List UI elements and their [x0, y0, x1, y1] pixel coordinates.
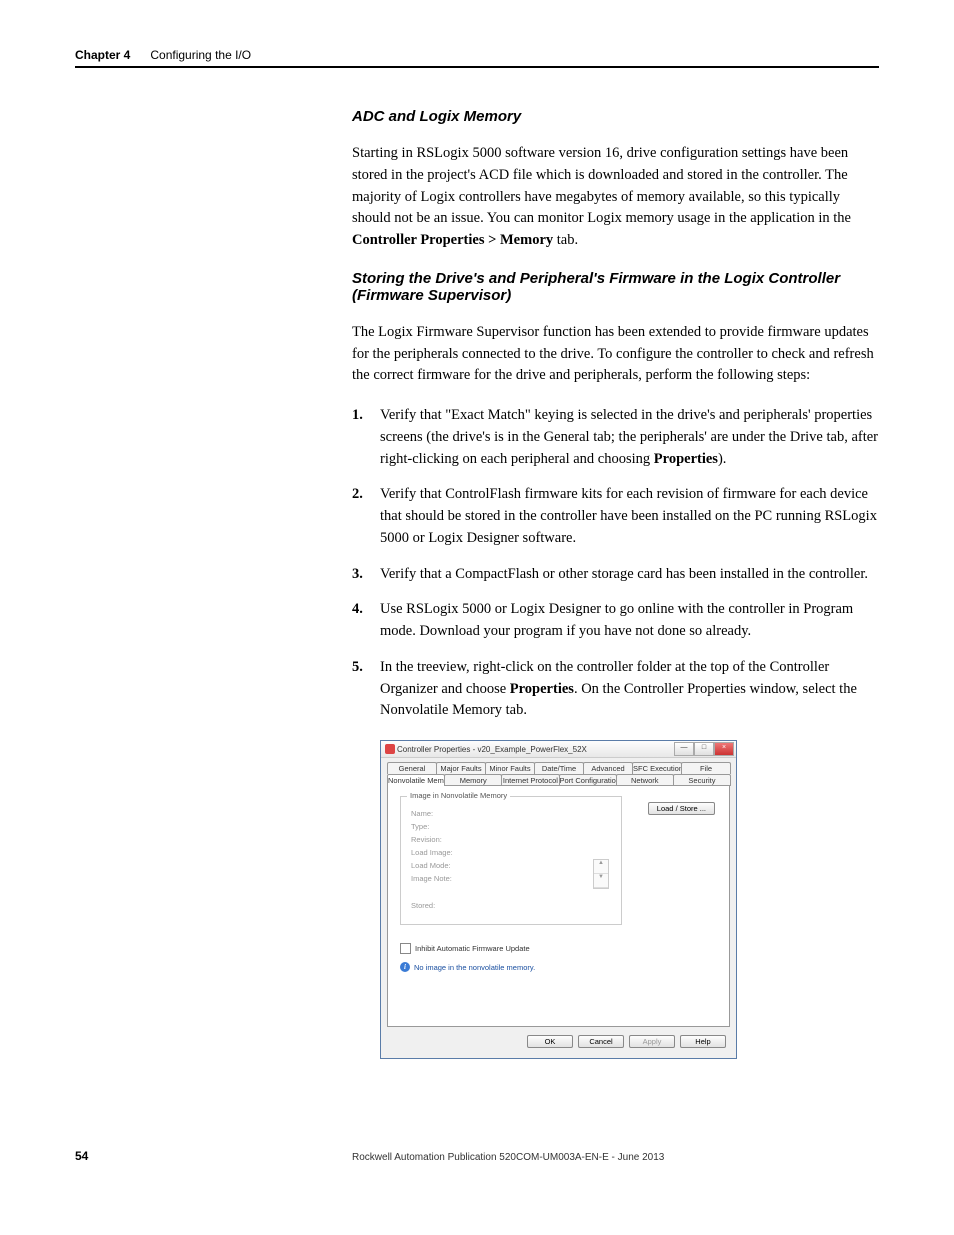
info-icon: i — [400, 962, 410, 972]
scroll-up-icon[interactable]: ▲ — [594, 860, 608, 874]
steps-list: Verify that "Exact Match" keying is sele… — [352, 405, 879, 722]
publication-info: Rockwell Automation Publication 520COM-U… — [352, 1152, 664, 1163]
chapter-label: Chapter 4 — [75, 48, 130, 62]
step-2: Verify that ControlFlash firmware kits f… — [352, 484, 879, 549]
step-1-tail: ). — [718, 451, 726, 467]
load-store-button[interactable]: Load / Store ... — [648, 802, 715, 815]
image-fieldset: Image in Nonvolatile Memory Name: Type: … — [400, 796, 622, 925]
app-icon — [385, 744, 395, 754]
page-header: Chapter 4 Configuring the I/O — [75, 48, 879, 62]
para-adc-tail: tab. — [553, 232, 578, 248]
dialog-title: Controller Properties - v20_Example_Powe… — [397, 745, 587, 754]
step-1-bold: Properties — [654, 451, 718, 467]
help-button[interactable]: Help — [680, 1035, 726, 1048]
field-stored: Stored: — [411, 901, 611, 910]
minimize-button[interactable]: — — [674, 742, 694, 756]
window-buttons: — □ × — [674, 742, 734, 756]
page-number: 54 — [75, 1149, 352, 1163]
tab-nonvolatile-memory[interactable]: Nonvolatile Memory — [387, 774, 445, 786]
load-store-wrap: Load / Store ... — [648, 802, 715, 815]
apply-button[interactable]: Apply — [629, 1035, 675, 1048]
inhibit-label: Inhibit Automatic Firmware Update — [415, 944, 530, 953]
field-revision: Revision: — [411, 835, 611, 844]
cancel-button[interactable]: Cancel — [578, 1035, 624, 1048]
dialog-titlebar[interactable]: Controller Properties - v20_Example_Powe… — [381, 741, 736, 758]
tab-major-faults[interactable]: Major Faults — [436, 762, 486, 774]
step-1: Verify that "Exact Match" keying is sele… — [352, 405, 879, 470]
controller-properties-dialog: Controller Properties - v20_Example_Powe… — [380, 740, 737, 1059]
fieldset-legend: Image in Nonvolatile Memory — [407, 791, 510, 800]
maximize-button[interactable]: □ — [694, 742, 714, 756]
step-4: Use RSLogix 5000 or Logix Designer to go… — [352, 599, 879, 643]
tab-minor-faults[interactable]: Minor Faults — [485, 762, 535, 774]
page-footer: 54 Rockwell Automation Publication 520CO… — [75, 1149, 879, 1163]
field-name: Name: — [411, 809, 611, 818]
dialog-screenshot: Controller Properties - v20_Example_Powe… — [380, 740, 879, 1059]
scroll-down-icon[interactable]: ▼ — [594, 874, 608, 888]
tab-file[interactable]: File — [681, 762, 731, 774]
tab-advanced[interactable]: Advanced — [583, 762, 633, 774]
field-image-note: Image Note: — [411, 874, 611, 883]
dialog-footer: OK Cancel Apply Help — [381, 1027, 736, 1058]
header-rule — [75, 66, 879, 68]
step-5-bold: Properties — [510, 681, 574, 697]
dialog-tabs: General Major Faults Minor Faults Date/T… — [381, 758, 736, 1027]
field-load-image: Load Image: — [411, 848, 611, 857]
tab-general[interactable]: General — [387, 762, 437, 774]
step-3: Verify that a CompactFlash or other stor… — [352, 564, 879, 586]
info-text: No image in the nonvolatile memory. — [414, 963, 535, 972]
field-type: Type: — [411, 822, 611, 831]
para-adc: Starting in RSLogix 5000 software versio… — [352, 143, 879, 252]
inhibit-checkbox-row: Inhibit Automatic Firmware Update — [400, 943, 717, 954]
note-scrollbox: ▲ ▼ — [593, 859, 609, 889]
tab-sfc-execution[interactable]: SFC Execution — [632, 762, 682, 774]
info-row: i No image in the nonvolatile memory. — [400, 962, 717, 972]
inhibit-checkbox[interactable] — [400, 943, 411, 954]
field-load-mode: Load Mode: — [411, 861, 611, 870]
tab-panel: Image in Nonvolatile Memory Name: Type: … — [387, 785, 730, 1027]
step-5: In the treeview, right-click on the cont… — [352, 657, 879, 722]
ok-button[interactable]: OK — [527, 1035, 573, 1048]
subheading-firmware: Storing the Drive's and Peripheral's Fir… — [352, 270, 879, 304]
close-button[interactable]: × — [714, 742, 734, 756]
para-adc-text: Starting in RSLogix 5000 software versio… — [352, 145, 851, 226]
para-firmware: The Logix Firmware Supervisor function h… — [352, 322, 879, 387]
tab-date-time[interactable]: Date/Time — [534, 762, 584, 774]
subheading-adc: ADC and Logix Memory — [352, 108, 879, 125]
para-adc-bold: Controller Properties > Memory — [352, 232, 553, 248]
step-1-text: Verify that "Exact Match" keying is sele… — [380, 407, 878, 467]
chapter-title: Configuring the I/O — [150, 48, 251, 62]
